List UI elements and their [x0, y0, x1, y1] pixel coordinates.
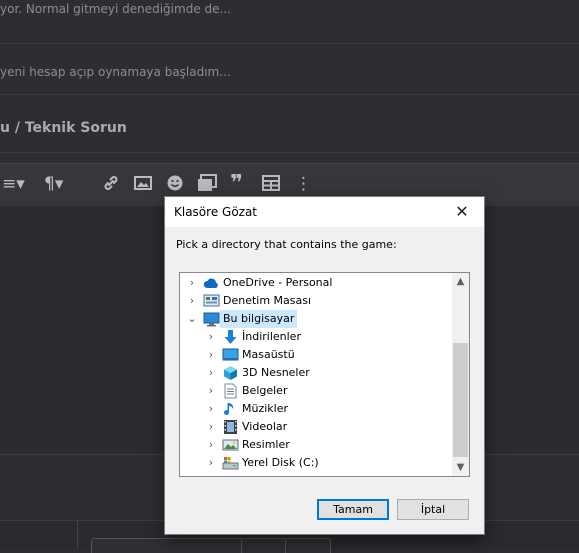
chevron-right-icon[interactable]: ›: [205, 454, 217, 472]
dialog-prompt: Pick a directory that contains the game:: [176, 238, 397, 251]
more-icon[interactable]: ⋮: [295, 174, 312, 194]
image-icon[interactable]: [134, 174, 152, 197]
documents-icon: [222, 383, 239, 399]
post-preview-text-2[interactable]: yeni hesap açıp oynamaya başladım...: [0, 65, 231, 79]
tree-item-label: Denetim Masası: [223, 294, 312, 307]
chevron-right-icon[interactable]: ›: [205, 436, 217, 454]
pictures-icon: [222, 437, 239, 453]
3d-objects-icon: [222, 365, 239, 381]
control-panel-icon: [203, 293, 220, 309]
onedrive-cloud-icon: [203, 275, 220, 291]
align-icon[interactable]: ≡▾: [2, 174, 25, 194]
tree-item-label: Videolar: [242, 420, 288, 433]
chevron-right-icon[interactable]: ›: [205, 418, 217, 436]
desktop-icon: [222, 347, 239, 363]
tree-item-label: 3D Nesneler: [242, 366, 310, 379]
tree-item[interactable]: › Videolar: [180, 418, 452, 436]
divider: [0, 94, 579, 95]
tree-item[interactable]: › OneDrive - Personal: [180, 274, 452, 292]
table-icon[interactable]: [262, 174, 280, 197]
tree-item-label: Bu bilgisayar: [220, 310, 298, 328]
tree-item-label: İndirilenler: [242, 330, 301, 343]
dialog-title: Klasöre Gözat: [174, 205, 258, 219]
post-preview-text-1[interactable]: yor. Normal gitmeyi denediğimde de...: [0, 2, 231, 16]
tree-item-label: Yerel Disk (C:): [242, 456, 319, 469]
tree-item[interactable]: › Müzikler: [180, 400, 452, 418]
chevron-right-icon[interactable]: ›: [186, 292, 198, 310]
divider: [0, 43, 579, 44]
browse-folder-dialog: Klasöre Gözat ✕ Pick a directory that co…: [164, 196, 485, 535]
tree-item-label: Resimler: [242, 438, 290, 451]
chevron-right-icon[interactable]: ›: [205, 346, 217, 364]
tree-item[interactable]: › 3D Nesneler: [180, 364, 452, 382]
tree-item-label: Masaüstü: [242, 348, 295, 361]
background-button[interactable]: [285, 538, 331, 553]
chevron-down-icon[interactable]: ⌄: [186, 310, 198, 328]
scroll-down-icon[interactable]: ▼: [452, 459, 469, 476]
music-icon: [222, 401, 239, 417]
chevron-right-icon[interactable]: ›: [205, 400, 217, 418]
ok-button[interactable]: Tamam: [317, 499, 389, 520]
videos-icon: [222, 419, 239, 435]
downloads-icon: [222, 329, 239, 345]
paragraph-icon[interactable]: ¶▾: [44, 174, 63, 194]
divider: [77, 520, 78, 549]
scrollbar-thumb[interactable]: [453, 343, 468, 457]
folder-tree[interactable]: ▲ ▼ › OneDrive - Personal › Denetim Masası ⌄…: [179, 272, 470, 477]
smiley-icon[interactable]: [166, 174, 184, 197]
tree-item[interactable]: › Masaüstü: [180, 346, 452, 364]
tree-item-label: OneDrive - Personal: [223, 276, 333, 289]
thread-category-heading: u / Teknik Sorun: [0, 120, 127, 136]
chevron-right-icon[interactable]: ›: [186, 274, 198, 292]
media-icon[interactable]: [197, 174, 217, 197]
local-disk-icon: [222, 455, 239, 471]
cancel-button[interactable]: İptal: [397, 499, 469, 520]
chevron-right-icon[interactable]: ›: [205, 364, 217, 382]
background-button[interactable]: [241, 538, 287, 553]
quote-icon[interactable]: ❞: [230, 173, 243, 195]
chevron-right-icon[interactable]: ›: [205, 328, 217, 346]
tree-item[interactable]: ⌄ Bu bilgisayar: [180, 310, 452, 328]
tree-item-label: Belgeler: [242, 384, 288, 397]
tree-item[interactable]: › Yerel Disk (C:): [180, 454, 452, 472]
link-icon[interactable]: [102, 174, 120, 197]
dialog-titlebar[interactable]: Klasöre Gözat ✕: [165, 197, 484, 227]
scroll-up-icon[interactable]: ▲: [452, 273, 469, 290]
computer-icon: [203, 311, 220, 327]
divider: [0, 152, 579, 153]
tree-scrollbar[interactable]: ▲ ▼: [452, 273, 469, 476]
tree-item-label: Müzikler: [242, 402, 289, 415]
tree-item[interactable]: › İndirilenler: [180, 328, 452, 346]
tree-item[interactable]: › Denetim Masası: [180, 292, 452, 310]
background-button[interactable]: [91, 538, 243, 553]
tree-item[interactable]: › Resimler: [180, 436, 452, 454]
close-icon[interactable]: ✕: [440, 197, 484, 227]
tree-item[interactable]: › Belgeler: [180, 382, 452, 400]
chevron-right-icon[interactable]: ›: [205, 382, 217, 400]
